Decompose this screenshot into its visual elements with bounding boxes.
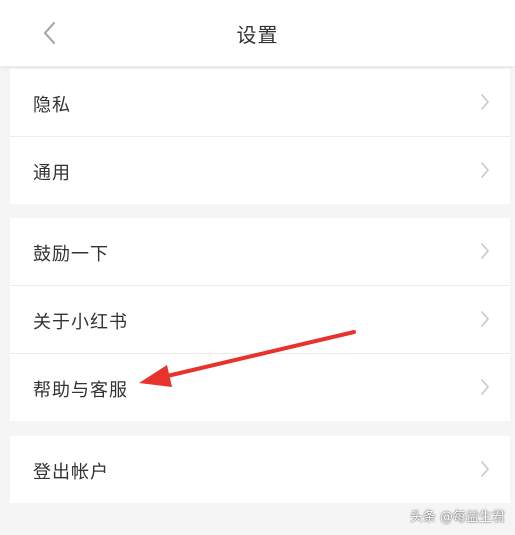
chevron-right-icon	[481, 461, 489, 477]
chevron-right-icon	[481, 243, 489, 259]
settings-item-encourage[interactable]: 鼓励一下	[10, 218, 510, 285]
settings-group-privacy-general: 隐私 通用	[10, 69, 510, 204]
watermark: 头条 @每益生君	[409, 510, 505, 525]
settings-item-about-app[interactable]: 关于小红书	[10, 285, 510, 353]
settings-item-label: 隐私	[33, 95, 71, 116]
settings-group-about: 鼓励一下 关于小红书 帮助与客服	[10, 218, 510, 421]
settings-item-privacy[interactable]: 隐私	[10, 69, 510, 136]
settings-item-label: 登出帐户	[33, 462, 109, 483]
chevron-right-icon	[481, 162, 489, 178]
logout-button[interactable]: 登出帐户	[10, 436, 510, 503]
chevron-right-icon	[481, 379, 489, 395]
page-title: 设置	[236, 23, 279, 47]
chevron-right-icon	[481, 94, 489, 110]
nav-bar: 设置	[0, 0, 515, 66]
settings-item-label: 鼓励一下	[33, 244, 109, 265]
settings-item-help-support[interactable]: 帮助与客服	[10, 353, 510, 421]
settings-item-label: 关于小红书	[33, 312, 128, 333]
chevron-right-icon	[481, 311, 489, 327]
settings-item-general[interactable]: 通用	[10, 136, 510, 204]
settings-group-account: 登出帐户	[10, 436, 510, 503]
settings-item-label: 通用	[33, 163, 71, 184]
settings-item-label: 帮助与客服	[33, 380, 128, 401]
